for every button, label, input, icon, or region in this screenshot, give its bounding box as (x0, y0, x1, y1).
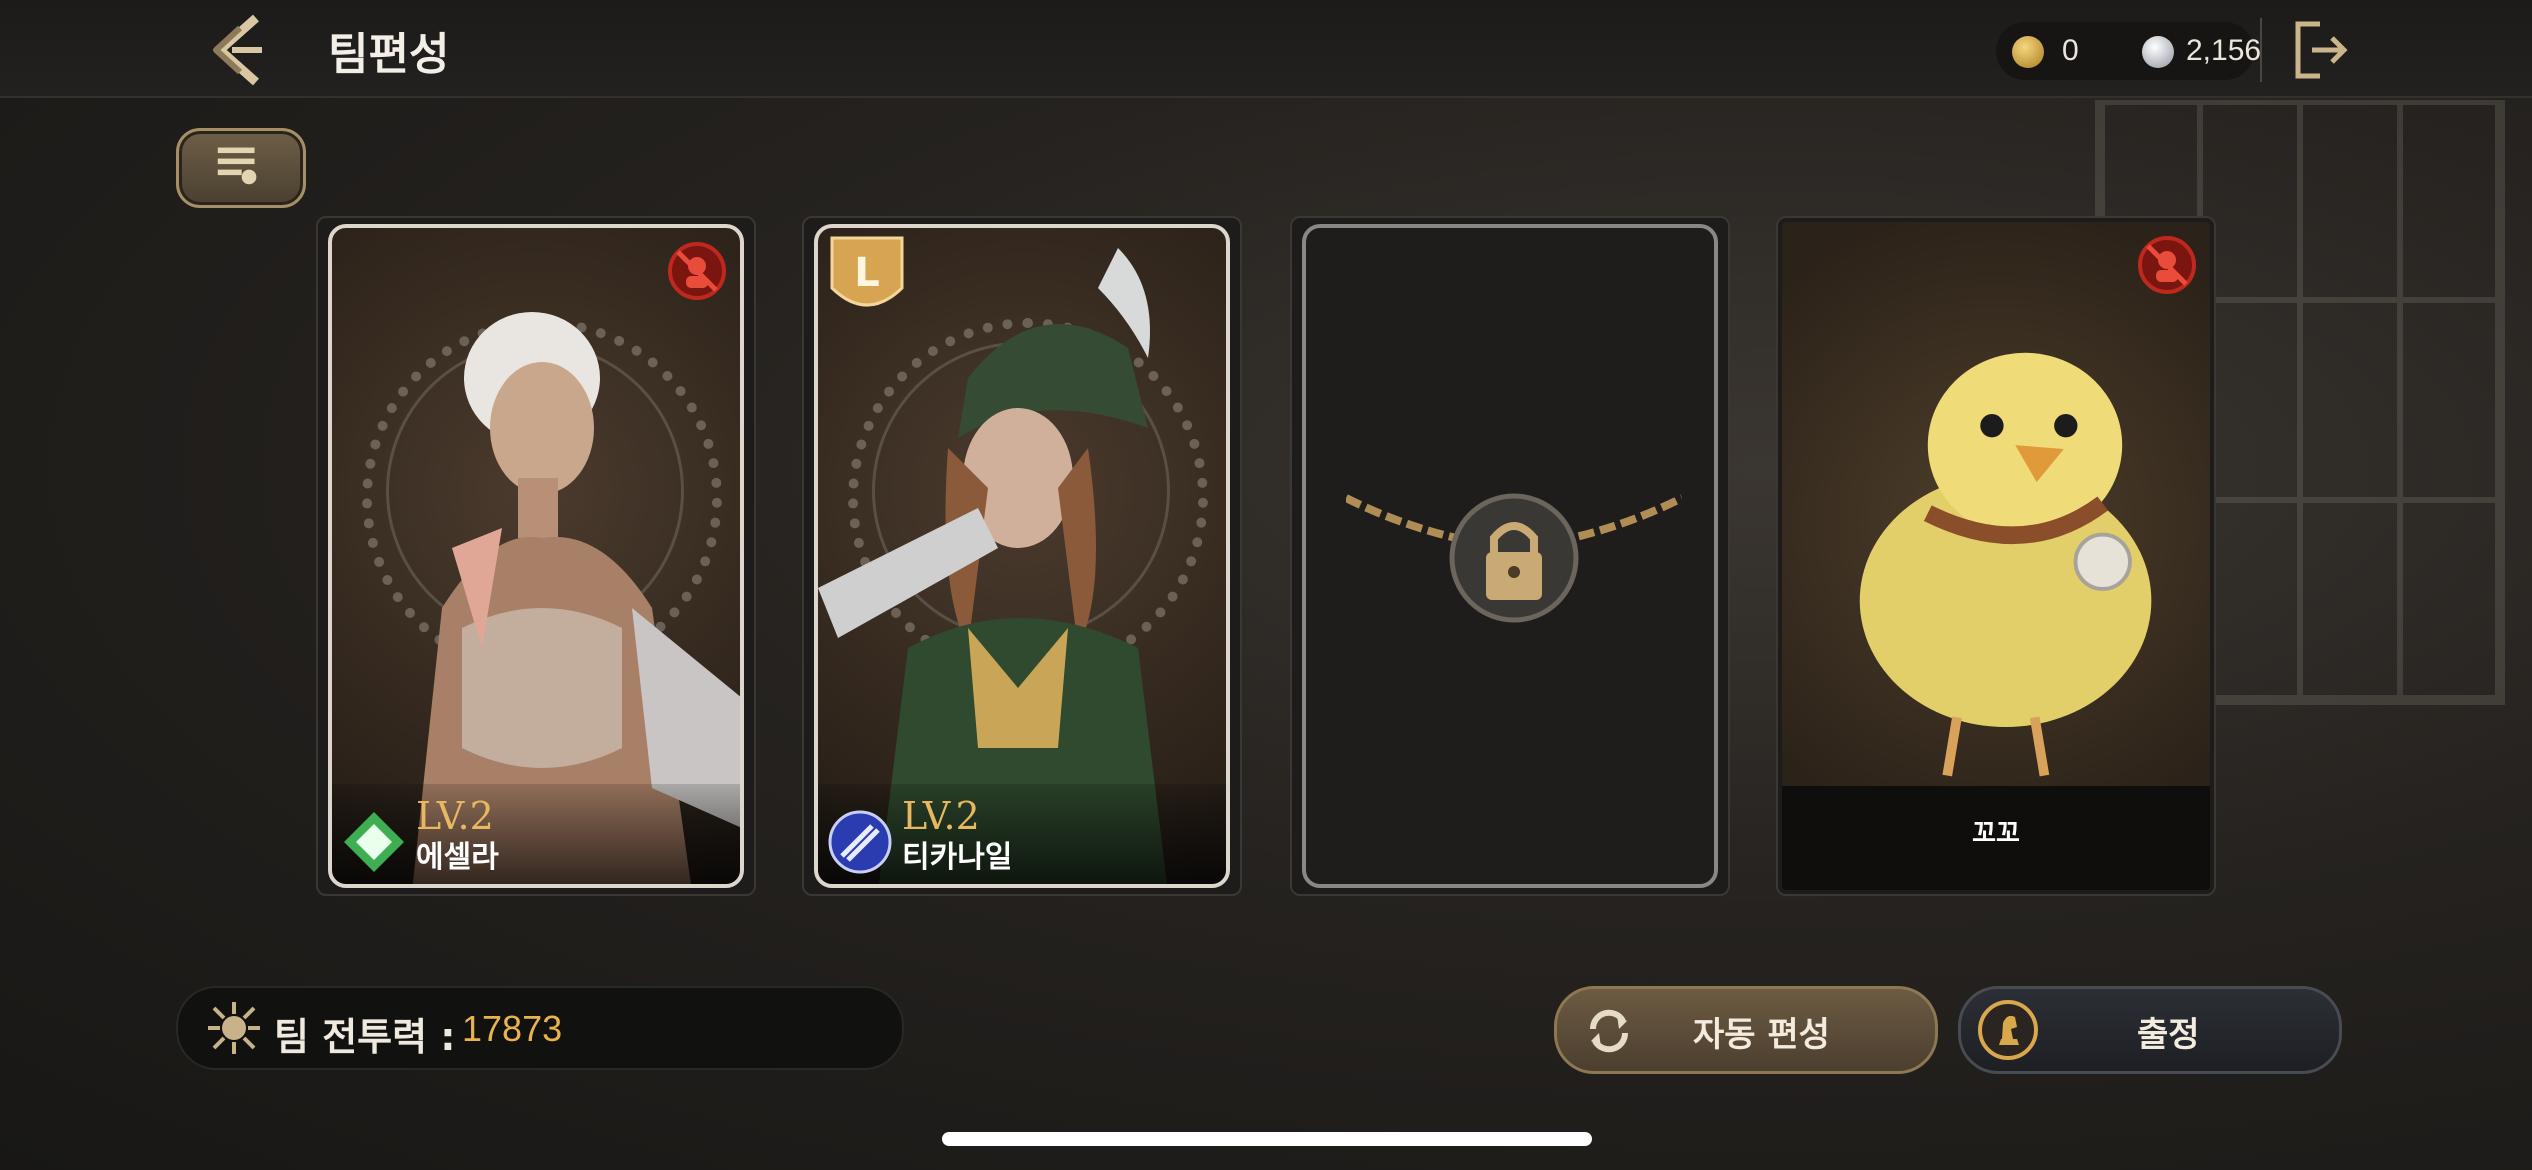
card-frame: LV.2 에셀라 (328, 224, 744, 888)
back-icon[interactable] (196, 10, 276, 90)
blue-gun-icon (828, 810, 892, 874)
deck-list-icon (217, 147, 257, 185)
silver-coin-icon (2142, 36, 2174, 68)
gold-amount: 0 (2062, 34, 2079, 67)
team-slot-1[interactable]: LV.2 에셀라 (316, 216, 756, 896)
refresh-icon (1589, 1009, 1629, 1053)
deck-list-button[interactable] (176, 128, 306, 208)
pet-name: 꼬꼬 (1972, 819, 2020, 849)
page-title: 팀편성 (328, 29, 450, 80)
pet-slot[interactable]: 꼬꼬 (1776, 216, 2216, 896)
restriction-icon (668, 242, 726, 300)
auto-compose-label: 자동 편성 (1693, 1015, 1830, 1055)
team-power-display: 팀 전투력 : 17873 (176, 986, 904, 1070)
home-indicator[interactable] (942, 1132, 1592, 1146)
dispatch-button[interactable]: 출정 (1958, 986, 2342, 1074)
exit-icon[interactable] (2290, 18, 2354, 82)
silver-amount: 2,156 (2186, 34, 2262, 67)
auto-compose-button[interactable]: 자동 편성 (1554, 986, 1938, 1074)
gold-coin-icon (2012, 36, 2044, 68)
padlock-icon (1346, 493, 1682, 623)
team-power-label: 팀 전투력 : (274, 1015, 456, 1059)
card-frame: 꼬꼬 (1782, 222, 2210, 890)
green-diamond-icon (344, 812, 404, 872)
header-divider (2260, 18, 2262, 82)
restriction-icon (2138, 236, 2196, 294)
dispatch-label: 출정 (2137, 1015, 2200, 1055)
team-slot-2[interactable]: LV.2 티카나일 L (802, 216, 1242, 896)
currency-display: 0 2,156 (1996, 22, 2261, 80)
rank-badge: L (830, 236, 904, 307)
character-name: 티카나일 (902, 840, 1013, 875)
team-power-emblem-icon (208, 1002, 260, 1054)
card-frame: LV.2 티카나일 L (814, 224, 1230, 888)
chess-knight-icon (1978, 1000, 2038, 1060)
rank-letter: L (854, 250, 880, 296)
top-bar: 팀편성 0 2,156 (0, 0, 2532, 98)
character-name: 에셀라 (416, 840, 499, 875)
card-frame (1302, 224, 1718, 888)
team-slot-3-locked[interactable] (1290, 216, 1730, 896)
team-power-value: 17873 (462, 1008, 563, 1049)
